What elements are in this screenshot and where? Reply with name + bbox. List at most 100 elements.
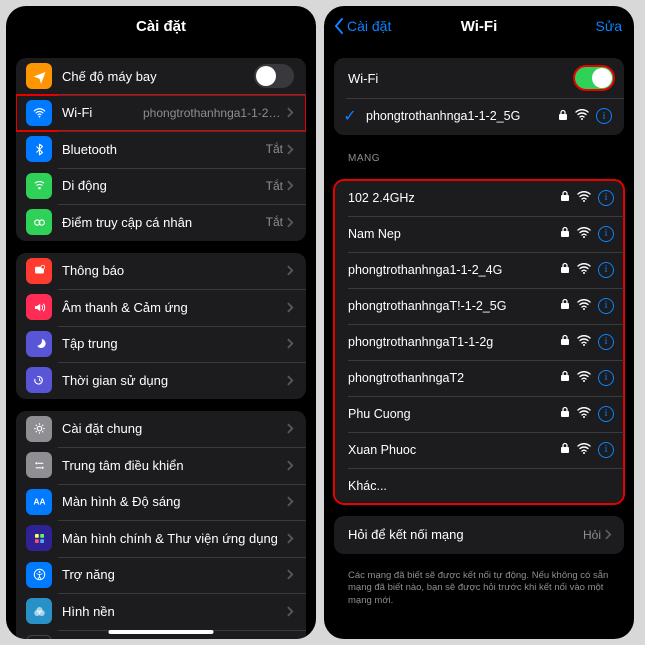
info-icon[interactable]: i xyxy=(598,190,614,206)
sound-icon xyxy=(26,294,52,320)
row-value: Tắt xyxy=(266,215,283,229)
row-value: Tắt xyxy=(266,142,283,156)
settings-screen: Cài đặt Chế độ máy bay Wi-Fi phongtrotha… xyxy=(6,6,316,639)
info-icon[interactable]: i xyxy=(598,442,614,458)
cellular-icon xyxy=(26,173,52,199)
row-focus[interactable]: Tập trung xyxy=(16,326,306,363)
network-name: Nam Nep xyxy=(348,227,560,241)
navbar: Cài đặt xyxy=(6,6,316,46)
wifi-screen: Cài đặt Wi-Fi Sửa Wi-Fi ✓ phongtrothanhn… xyxy=(324,6,634,639)
back-label: Cài đặt xyxy=(347,18,391,34)
info-icon[interactable]: i xyxy=(598,406,614,422)
row-label: Màn hình & Độ sáng xyxy=(62,494,287,509)
row-control-center[interactable]: Trung tâm điều khiển xyxy=(16,447,306,484)
network-name: Xuan Phuoc xyxy=(348,443,560,457)
row-accessibility[interactable]: Trợ năng xyxy=(16,557,306,594)
row-label: Wi-Fi xyxy=(62,105,143,120)
row-value: Hỏi xyxy=(583,528,601,542)
network-row[interactable]: Phu Cuong i xyxy=(334,396,624,432)
signal-icon xyxy=(577,443,591,457)
chevron-right-icon xyxy=(287,606,294,617)
network-row[interactable]: phongtrothanhngaT!-1-2_5G i xyxy=(334,288,624,324)
network-row-other[interactable]: Khác... xyxy=(334,468,624,504)
info-icon[interactable]: i xyxy=(596,108,612,124)
row-label: Thời gian sử dụng xyxy=(62,373,287,388)
info-icon[interactable]: i xyxy=(598,334,614,350)
signal-icon xyxy=(577,371,591,385)
row-notifications[interactable]: Thông báo xyxy=(16,253,306,290)
row-wifi-toggle[interactable]: Wi-Fi xyxy=(334,58,624,98)
chevron-right-icon xyxy=(287,217,294,228)
network-row[interactable]: Nam Nep i xyxy=(334,216,624,252)
network-row[interactable]: phongtrothanhnga1-1-2_4G i xyxy=(334,252,624,288)
network-status-icons: i xyxy=(560,406,614,422)
network-status-icons: i xyxy=(560,262,614,278)
chevron-right-icon xyxy=(287,302,294,313)
row-sound[interactable]: Âm thanh & Cảm ứng xyxy=(16,289,306,326)
row-ask-to-join[interactable]: Hỏi để kết nối mạng Hỏi xyxy=(334,516,624,554)
row-general[interactable]: Cài đặt chung xyxy=(16,411,306,448)
network-name: phongtrothanhngaT2 xyxy=(348,371,560,385)
row-cellular[interactable]: Di động Tắt xyxy=(16,168,306,205)
network-row[interactable]: phongtrothanhngaT2 i xyxy=(334,360,624,396)
bluetooth-icon xyxy=(26,136,52,162)
network-status-icons: i xyxy=(560,226,614,242)
row-hotspot[interactable]: Điểm truy cập cá nhân Tắt xyxy=(16,204,306,241)
row-connected-network[interactable]: ✓ phongtrothanhnga1-1-2_5G i xyxy=(334,98,624,135)
notifications-icon xyxy=(26,258,52,284)
back-button[interactable]: Cài đặt xyxy=(334,18,391,34)
row-label: Âm thanh & Cảm ứng xyxy=(62,300,287,315)
network-row[interactable]: Xuan Phuoc i xyxy=(334,432,624,468)
home-screen-icon xyxy=(26,525,52,551)
airplane-icon xyxy=(26,63,52,89)
lock-icon xyxy=(560,442,570,457)
network-name: Phu Cuong xyxy=(348,407,560,421)
row-screentime[interactable]: Thời gian sử dụng xyxy=(16,362,306,399)
row-home-screen[interactable]: Màn hình chính & Thư viện ứng dụng xyxy=(16,520,306,557)
signal-icon xyxy=(575,109,589,123)
lock-icon xyxy=(558,109,568,124)
row-label: Màn hình chính & Thư viện ứng dụng xyxy=(62,531,287,546)
info-icon[interactable]: i xyxy=(598,298,614,314)
chevron-right-icon xyxy=(287,460,294,471)
row-label: Di động xyxy=(62,178,266,193)
row-wifi[interactable]: Wi-Fi phongtrothanhnga1-1-2_5G xyxy=(16,95,306,132)
chevron-right-icon xyxy=(287,265,294,276)
network-row[interactable]: 102 2.4GHz i xyxy=(334,180,624,216)
row-display[interactable]: AA Màn hình & Độ sáng xyxy=(16,484,306,521)
signal-icon xyxy=(577,191,591,205)
settings-group-system: Cài đặt chung Trung tâm điều khiển AA Mà… xyxy=(16,411,306,640)
signal-icon xyxy=(577,227,591,241)
focus-icon xyxy=(26,331,52,357)
airplane-toggle[interactable] xyxy=(254,64,294,88)
row-bluetooth[interactable]: Bluetooth Tắt xyxy=(16,131,306,168)
home-indicator[interactable] xyxy=(109,630,214,634)
row-label: Trợ năng xyxy=(62,567,287,582)
edit-button[interactable]: Sửa xyxy=(596,18,623,34)
control-center-icon xyxy=(26,452,52,478)
network-name: 102 2.4GHz xyxy=(348,191,560,205)
page-title: Cài đặt xyxy=(136,18,186,35)
chevron-right-icon xyxy=(287,533,294,544)
chevron-right-icon xyxy=(605,529,612,540)
network-row[interactable]: phongtrothanhngaT1-1-2gi xyxy=(334,324,624,360)
wifi-toggle-group: Wi-Fi ✓ phongtrothanhnga1-1-2_5G i xyxy=(334,58,624,135)
display-icon: AA xyxy=(26,489,52,515)
row-value: Tắt xyxy=(266,179,283,193)
lock-icon xyxy=(560,406,570,421)
row-airplane-mode[interactable]: Chế độ máy bay xyxy=(16,58,306,95)
info-icon[interactable]: i xyxy=(598,262,614,278)
svg-text:AA: AA xyxy=(33,498,45,507)
network-name: phongtrothanhnga1-1-2_4G xyxy=(348,263,560,277)
network-list: 102 2.4GHziNam Nepiphongtrothanhnga1-1-2… xyxy=(334,180,624,504)
lock-icon xyxy=(560,262,570,277)
chevron-right-icon xyxy=(287,144,294,155)
lock-icon xyxy=(560,370,570,385)
network-name: phongtrothanhngaT!-1-2_5G xyxy=(348,299,560,313)
navbar: Cài đặt Wi-Fi Sửa xyxy=(324,6,634,46)
general-icon xyxy=(26,416,52,442)
info-icon[interactable]: i xyxy=(598,370,614,386)
wifi-toggle[interactable] xyxy=(574,66,614,90)
row-wallpaper[interactable]: Hình nền xyxy=(16,593,306,630)
info-icon[interactable]: i xyxy=(598,226,614,242)
